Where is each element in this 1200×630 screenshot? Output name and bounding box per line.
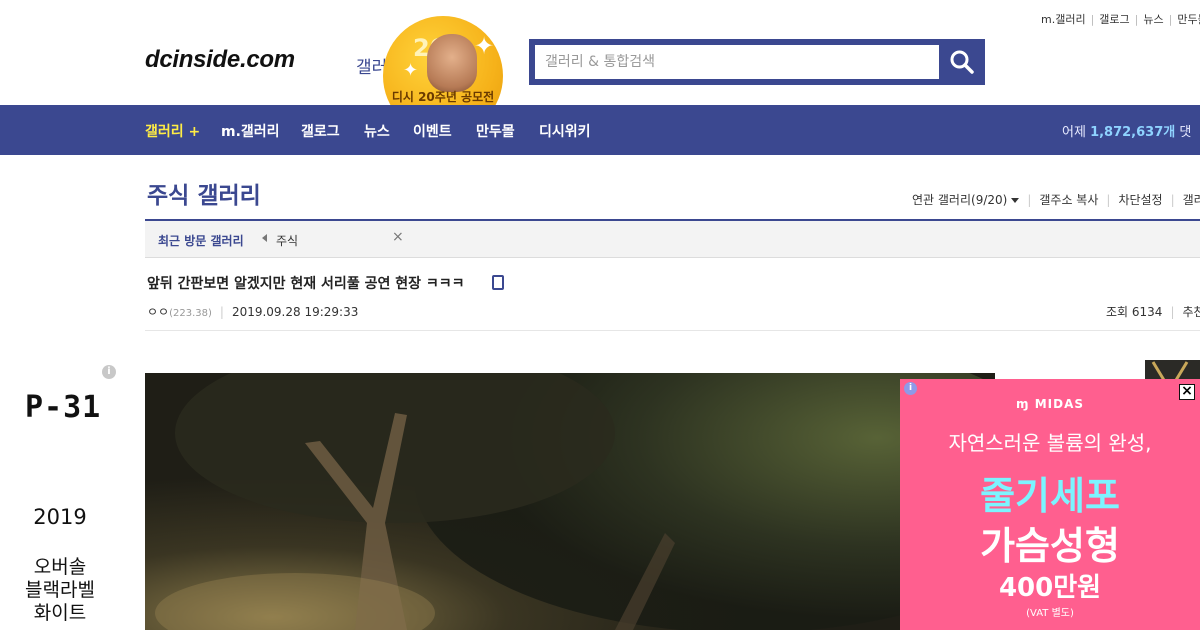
author-ip: (223.38)	[169, 308, 212, 319]
ad-info-icon[interactable]: i	[102, 365, 116, 379]
search-bar	[529, 39, 985, 85]
divider: |	[1134, 13, 1139, 26]
ad-brand-name: MIDAS	[1034, 397, 1084, 411]
post-date: 2019.09.28 19:29:33	[231, 305, 359, 319]
top-link-gallog[interactable]: 갤로그	[1099, 13, 1129, 26]
anniversary-badge[interactable]: 20 ✦ ✦ 디시 20주년 공모전	[383, 16, 503, 112]
divider: |	[1170, 193, 1175, 207]
search-button[interactable]	[939, 39, 985, 85]
close-icon[interactable]: ×	[392, 229, 404, 245]
nav-news[interactable]: 뉴스	[364, 121, 390, 141]
top-link-news[interactable]: 뉴스	[1143, 13, 1163, 26]
divider: |	[1106, 193, 1111, 207]
nav-mgallery[interactable]: m.갤러리	[221, 121, 280, 141]
search-input[interactable]	[535, 45, 939, 79]
top-util-links: m.갤러리 | 갤로그 | 뉴스 | 만두몰	[1041, 11, 1200, 27]
ad-info-icon[interactable]: i	[904, 382, 917, 395]
left-ad-line: 오버솔	[33, 556, 87, 578]
sparkle-icon: ✦	[474, 32, 495, 60]
recent-gallery-item[interactable]: 주식	[276, 232, 298, 249]
midas-logo-icon: ɱ	[1016, 397, 1030, 411]
left-ad-line: 블랙라벨	[25, 579, 95, 601]
ad-headline-1: 줄기세포	[980, 474, 1120, 518]
recommend-count: 추천	[1182, 305, 1200, 319]
post-image[interactable]	[145, 373, 995, 630]
post-divider	[145, 330, 1200, 331]
top-link-mgallery[interactable]: m.갤러리	[1041, 13, 1086, 26]
post-stats: 조회 6134 | 추천	[1106, 303, 1200, 320]
ad-tagline: 자연스러운 볼륨의 완성,	[948, 431, 1152, 455]
stat-count: 1,872,637개	[1090, 125, 1176, 140]
nav-gallog[interactable]: 갤로그	[301, 121, 340, 141]
left-ad-desc[interactable]: 오버솔 블랙라벨 화이트	[0, 556, 120, 625]
left-ad-year[interactable]: 2019	[0, 505, 120, 529]
search-icon	[950, 50, 974, 74]
night-trees-photo	[145, 373, 995, 630]
stat-suffix: 댓	[1179, 125, 1192, 140]
related-gallery-label: 연관 갤러리(9/20)	[912, 193, 1008, 207]
mascot-face-image	[427, 34, 477, 92]
site-logo[interactable]: dcinside.com	[145, 46, 295, 74]
left-ad-line: 화이트	[33, 602, 87, 624]
main-nav: 갤러리 + m.갤러리 갤로그 뉴스 이벤트 만두몰 디시위키 어제 1,872…	[0, 105, 1200, 155]
daily-post-stat: 어제 1,872,637개 댓	[1062, 121, 1191, 140]
gallery-tools: 연관 갤러리(9/20) | 갤주소 복사 | 차단설정 | 갤러	[912, 191, 1200, 208]
nav-event[interactable]: 이벤트	[413, 121, 452, 141]
post-title: 앞뒤 간판보면 알겠지만 현재 서리풀 공연 현장 ㅋㅋㅋ	[147, 276, 465, 292]
recent-visits-label: 최근 방문 갤러리	[158, 234, 244, 248]
mobile-icon	[492, 275, 504, 290]
badge-caption: 디시 20주년 공모전	[391, 90, 495, 104]
gallery-more-button[interactable]: 갤러	[1183, 193, 1200, 207]
divider: |	[1168, 13, 1173, 26]
copy-gallery-address-button[interactable]: 갤주소 복사	[1039, 193, 1098, 207]
ad-brand: ɱ MIDAS	[900, 397, 1200, 411]
sparkle-icon: ✦	[403, 60, 419, 81]
nav-mandumall[interactable]: 만두몰	[476, 121, 515, 141]
ad-headline-2: 가슴성형	[980, 524, 1120, 568]
nav-dcwiki[interactable]: 디시위키	[539, 121, 591, 141]
post-meta: ㅇㅇ(223.38) | 2019.09.28 19:29:33	[147, 303, 358, 320]
chevron-down-icon	[1011, 198, 1020, 203]
left-ad-title[interactable]: P-31	[25, 390, 101, 425]
block-settings-button[interactable]: 차단설정	[1118, 193, 1162, 207]
divider: |	[219, 305, 224, 319]
divider: |	[1090, 13, 1095, 26]
divider: |	[1027, 193, 1032, 207]
nav-gallery-plus[interactable]: 갤러리 +	[145, 121, 200, 141]
popup-ad[interactable]: i × ɱ MIDAS 자연스러운 볼륨의 완성, 줄기세포 가슴성형 400만…	[900, 379, 1200, 630]
arrow-left-icon[interactable]	[262, 234, 267, 242]
ad-note: (VAT 별도)	[1026, 608, 1074, 619]
ad-price: 400만원	[998, 573, 1102, 603]
post-author[interactable]: ㅇㅇ	[147, 305, 169, 319]
page-title[interactable]: 주식 갤러리	[147, 176, 261, 210]
related-gallery-dropdown[interactable]: 연관 갤러리(9/20)	[912, 193, 1020, 207]
stat-prefix: 어제	[1062, 125, 1086, 140]
top-link-mandumall[interactable]: 만두몰	[1177, 13, 1200, 26]
recent-visits-bar: 최근 방문 갤러리 주식 ×	[145, 221, 1200, 258]
divider: |	[1170, 305, 1175, 319]
view-count: 조회 6134	[1106, 305, 1163, 319]
